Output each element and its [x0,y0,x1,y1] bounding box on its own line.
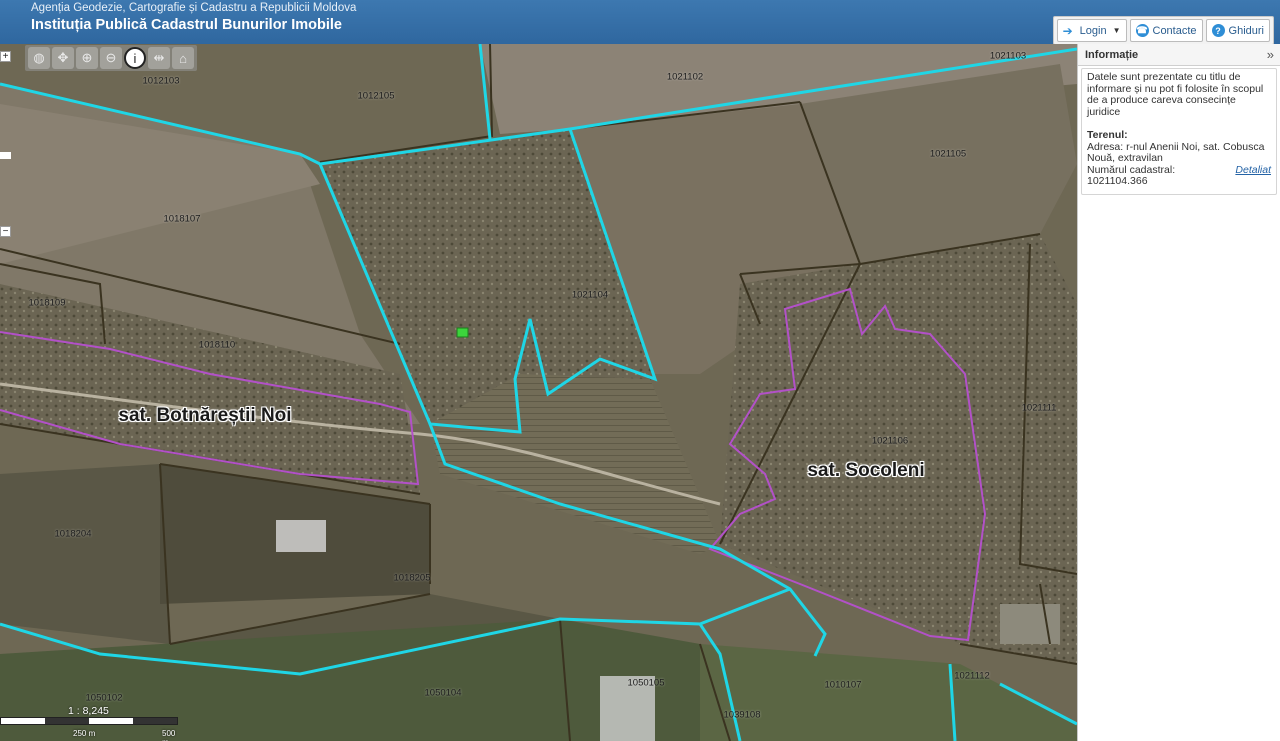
header-bar: Agenția Geodezie, Cartografie și Cadastr… [0,0,1280,45]
phone-icon: ☎ [1135,24,1149,37]
parcel-label: 1021102 [666,71,704,83]
parcel-label: 1012105 [357,90,395,102]
parcel-label: 1021112 [954,670,990,682]
panel-title: Informație [1085,48,1139,61]
agency-name: Agenția Geodezie, Cartografie și Cadastr… [31,2,357,14]
map-canvas[interactable]: 1012103 1021102 1021103 1012105 1021105 … [0,44,1077,741]
info-panel: Informație » Datele sunt prezentate cu t… [1077,44,1280,741]
parcel-label: 1018110 [198,339,236,351]
parcel-label: 1039108 [723,709,761,721]
header-buttons: ➔ Login ▼ ☎ Contacte ? Ghiduri [1052,16,1274,45]
parcel-label: 1018204 [54,528,92,540]
parcel-address: Adresa: r-nul Anenii Noi, sat. Cobusca N… [1087,140,1265,164]
zoom-out-button[interactable]: − [0,226,11,237]
zoom-in-icon[interactable]: ⊕ [76,47,98,69]
chevron-down-icon: ▼ [1112,26,1121,35]
scale-tick: 500 m [162,729,176,741]
scale-bar: 1 : 8,245 250 m 500 m [0,705,180,741]
login-label: Login [1079,24,1107,37]
map-toolbar: ◍ ✥ ⊕ ⊖ i ⇹ ⌂ [25,45,197,71]
zoom-slider-handle[interactable] [0,152,11,159]
parcel-label: 1018109 [28,297,66,309]
pan-icon[interactable]: ✥ [52,47,74,69]
globe-icon[interactable]: ◍ [28,47,50,69]
zoom-out-icon[interactable]: ⊖ [100,47,122,69]
parcel-label: 1021105 [929,148,967,160]
panel-content: Datele sunt prezentate cu titlu de infor… [1081,68,1277,195]
guides-button[interactable]: ? Ghiduri [1205,19,1270,42]
village-label: sat. Botnăreștii Noi [118,405,292,426]
parcel-label: 1021103 [989,50,1027,62]
parcel-label: 1050104 [424,687,462,699]
village-label: sat. Socoleni [807,460,925,481]
institution-name: Instituția Publică Cadastrul Bunurilor I… [31,17,342,33]
parcel-label: 1012103 [142,75,180,87]
parcel-label: 1050105 [627,677,665,689]
scale-tick: 250 m [73,729,96,738]
parcel-label: 1021111 [1021,402,1057,414]
cadastral-number: Numărul cadastral: 1021104.366 [1087,163,1176,187]
help-icon: ? [1211,24,1225,37]
parcel-heading: Terenul: [1087,129,1128,141]
scale-bar-graphic [0,717,178,725]
login-icon: ➔ [1062,23,1073,38]
map-imagery [0,44,1077,741]
collapse-icon[interactable]: » [1267,47,1274,62]
detail-link[interactable]: Detaliat [1235,164,1271,188]
parcel-label: 1018107 [163,213,201,225]
contacts-button[interactable]: ☎ Contacte [1129,19,1203,42]
contacts-label: Contacte [1152,24,1197,37]
parcel-label: 1018205 [393,572,431,584]
panel-header: Informație » [1078,44,1280,66]
zoom-in-button[interactable]: + [0,51,11,62]
parcel-label: 1021104 [571,289,609,301]
parcel-label: 1010107 [824,679,862,691]
guides-label: Ghiduri [1228,24,1264,37]
parcel-label: 1050102 [85,692,123,704]
login-button[interactable]: ➔ Login ▼ [1056,19,1127,42]
parcel-label: 1021106 [871,435,909,447]
scale-ratio: 1 : 8,245 [68,705,109,717]
print-icon[interactable]: ⌂ [172,47,194,69]
disclaimer-text: Datele sunt prezentate cu titlu de infor… [1087,71,1264,118]
info-icon[interactable]: i [124,47,146,69]
measure-icon[interactable]: ⇹ [148,47,170,69]
